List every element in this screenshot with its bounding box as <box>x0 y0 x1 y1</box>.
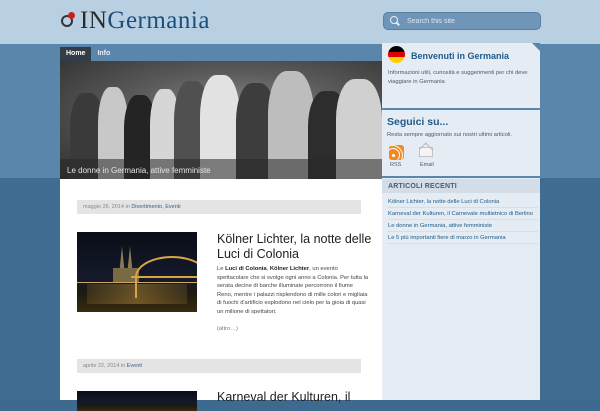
post-meta: aprile 22, 2014 in Eventi <box>77 359 361 373</box>
search-box[interactable] <box>383 12 541 30</box>
main-nav: Home Info <box>60 47 116 61</box>
recent-posts-list: Kölner Lichter, la notte delle Luci di C… <box>388 196 538 244</box>
slider-caption[interactable]: Le donne in Germania, attive femministe <box>67 166 211 175</box>
logo-pin-icon <box>60 12 78 30</box>
rss-label[interactable]: RSS <box>390 162 401 168</box>
search-icon <box>389 15 401 27</box>
post-categories[interactable]: Eventi <box>127 363 142 369</box>
recent-post-link[interactable]: Kölner Lichter, la notte delle Luci di C… <box>388 196 538 208</box>
page-fold-corner <box>532 43 540 51</box>
post-categories[interactable]: Divertimento, Eventi <box>131 204 180 210</box>
site-title: INGermania <box>80 7 210 34</box>
germany-flag-icon <box>388 46 405 63</box>
post-date: aprile 22, 2014 <box>83 363 120 369</box>
nav-item-info[interactable]: Info <box>91 47 116 61</box>
email-icon[interactable] <box>419 142 434 157</box>
welcome-title: Benvenuti in Germania <box>411 51 510 61</box>
recent-posts-header: ARTICOLI RECENTI <box>382 179 540 193</box>
welcome-widget: Benvenuti in Germania Informazioni utili… <box>382 43 540 108</box>
main-content: maggio 26, 2014 in Divertimento, Eventi … <box>60 179 382 411</box>
post-date: maggio 26, 2014 <box>83 204 124 210</box>
post-title[interactable]: Kölner Lichter, la notte delle Luci di C… <box>217 232 377 262</box>
rss-icon[interactable] <box>389 145 404 160</box>
recent-post-link[interactable]: Le 5 più importanti fiere di marzo in Ge… <box>388 232 538 244</box>
post-title[interactable]: Karneval der Kulturen, il <box>217 390 377 405</box>
search-input[interactable] <box>405 16 537 26</box>
post-thumbnail[interactable] <box>77 391 197 411</box>
post-meta: maggio 26, 2014 in Divertimento, Eventi <box>77 200 361 214</box>
recent-post-link[interactable]: Karneval der Kulturen, il Carnevale mult… <box>388 208 538 220</box>
post-excerpt: Le Luci di Colonia, Kölner Lichter, un e… <box>217 266 369 315</box>
email-label[interactable]: Email <box>420 162 434 168</box>
welcome-text: Informazioni utili, curiosità e suggerim… <box>388 70 528 85</box>
follow-text: Resta sempre aggiornato sui nostri ultim… <box>387 132 513 138</box>
featured-slider[interactable]: Le donne in Germania, attive femministe <box>60 61 382 179</box>
follow-widget: Seguici su... Resta sempre aggiornato su… <box>382 110 540 176</box>
nav-item-home[interactable]: Home <box>60 47 92 61</box>
sidebar: Benvenuti in Germania Informazioni utili… <box>382 43 540 400</box>
site-logo[interactable]: INGermania <box>60 6 210 36</box>
recent-post-link[interactable]: Le donne in Germania, attive femministe <box>388 220 538 232</box>
post-thumbnail[interactable] <box>77 232 197 312</box>
follow-title: Seguici su... <box>387 116 449 128</box>
read-more-link[interactable]: (altro…) <box>217 326 238 332</box>
recent-posts-title: ARTICOLI RECENTI <box>388 183 457 190</box>
